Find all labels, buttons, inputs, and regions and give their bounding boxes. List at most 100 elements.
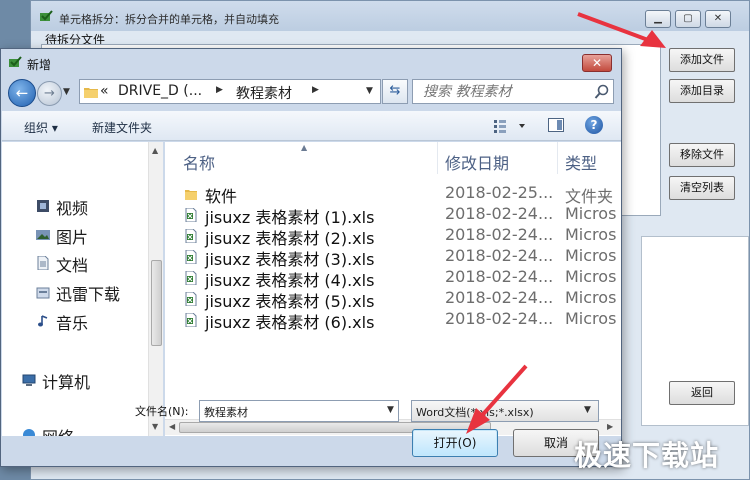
folder-icon [84, 88, 98, 98]
address-bar[interactable]: « DRIVE_D (... ▶ 教程素材 ▶ ▼ [79, 79, 381, 104]
nav-item-label: 图片 [56, 228, 89, 247]
scroll-left-arrow-icon[interactable]: ◀ [169, 422, 175, 431]
video-icon [37, 200, 49, 212]
new-folder-button[interactable]: 新建文件夹 [92, 119, 152, 136]
file-list-pane: ▲ 名称 修改日期 类型 软件 2018-02-25... 文件夹 jisuxz… [165, 142, 621, 436]
file-date: 2018-02-25... [445, 183, 554, 202]
search-input[interactable] [413, 80, 588, 103]
column-separator[interactable] [557, 142, 558, 174]
picture-icon [36, 230, 50, 240]
address-segment-drive[interactable]: DRIVE_D (... [118, 83, 202, 99]
minimize-button[interactable]: ▁ [645, 10, 671, 28]
dialog-titlebar: 新增 ✕ [1, 49, 621, 77]
file-row[interactable]: jisuxz 表格素材 (5).xls 2018-02-24... Micros [179, 288, 619, 311]
nav-item-label: 网络 [42, 424, 74, 436]
filename-input[interactable]: 教程素材 [199, 400, 399, 422]
excel-file-icon [185, 292, 197, 306]
file-name: jisuxz 表格素材 (6).xls [205, 313, 375, 332]
history-dropdown-icon[interactable]: ▼ [63, 87, 70, 97]
excel-file-icon [185, 250, 197, 264]
column-header-date[interactable]: 修改日期 [445, 150, 509, 174]
navigation-pane: 视频 图片 文档 迅雷下载 音乐 计算机 网络 ▲ ▼ [2, 142, 163, 436]
file-row[interactable]: jisuxz 表格素材 (6).xls 2018-02-24... Micros [179, 309, 619, 332]
excel-file-icon [185, 229, 197, 243]
chevron-down-icon[interactable]: ▼ [366, 86, 373, 96]
add-directory-button[interactable]: 添加目录 [669, 79, 735, 103]
file-date: 2018-02-24... [445, 309, 554, 328]
nav-item-label: 视频 [56, 199, 89, 218]
file-date: 2018-02-24... [445, 246, 554, 265]
file-row[interactable]: jisuxz 表格素材 (1).xls 2018-02-24... Micros [179, 204, 619, 227]
search-box[interactable] [412, 79, 614, 104]
preview-pane-icon[interactable] [548, 118, 564, 132]
file-row[interactable]: jisuxz 表格素材 (2).xls 2018-02-24... Micros [179, 225, 619, 248]
background-titlebar: 单元格拆分：拆分合并的单元格，并自动填充 ▁ ▢ ✕ [31, 1, 749, 31]
scroll-right-arrow-icon[interactable]: ▶ [607, 422, 613, 431]
file-type: Micros [565, 246, 617, 265]
add-file-button[interactable]: 添加文件 [669, 48, 735, 72]
chevron-down-icon[interactable]: ▼ [387, 405, 394, 415]
nav-item-label: 迅雷下载 [56, 285, 121, 304]
file-date: 2018-02-24... [445, 288, 554, 307]
column-header-name[interactable]: 名称 [183, 150, 215, 174]
address-segment-folder[interactable]: 教程素材 [236, 83, 292, 103]
nav-pane-scroll-thumb[interactable] [151, 260, 162, 346]
excel-file-icon [185, 208, 197, 222]
background-window-title: 单元格拆分：拆分合并的单元格，并自动填充 [59, 13, 279, 26]
chevron-right-icon[interactable]: ▶ [312, 85, 319, 95]
scroll-down-arrow-icon[interactable]: ▼ [152, 422, 158, 431]
organize-menu-button[interactable]: 组织 ▾ [24, 119, 58, 136]
file-row[interactable]: 软件 2018-02-25... 文件夹 [179, 183, 619, 206]
forward-arrow-button[interactable]: → [37, 81, 62, 106]
computer-icon [22, 374, 36, 386]
site-watermark: 极速下载站 [574, 439, 720, 472]
document-icon [37, 256, 49, 270]
scroll-up-arrow-icon[interactable]: ▲ [152, 146, 158, 155]
open-button[interactable]: 打开(O) [412, 429, 498, 457]
music-icon [38, 315, 48, 327]
file-row[interactable]: jisuxz 表格素材 (3).xls 2018-02-24... Micros [179, 246, 619, 269]
file-type: Micros [565, 204, 617, 223]
search-icon [594, 84, 609, 99]
file-row[interactable]: jisuxz 表格素材 (4).xls 2018-02-24... Micros [179, 267, 619, 290]
file-type: Micros [565, 309, 617, 328]
nav-item-label: 音乐 [56, 314, 89, 333]
network-icon [23, 429, 35, 436]
back-arrow-button[interactable]: ← [8, 79, 36, 107]
excel-file-icon [185, 313, 197, 327]
file-date: 2018-02-24... [445, 204, 554, 223]
maximize-button[interactable]: ▢ [675, 10, 701, 28]
close-button[interactable]: ✕ [705, 10, 731, 28]
refresh-button[interactable]: ⇆ [382, 79, 408, 104]
folder-icon [185, 190, 197, 200]
file-type: Micros [565, 267, 617, 286]
column-header-type[interactable]: 类型 [565, 150, 597, 174]
command-toolbar: 组织 ▾ 新建文件夹 ? [2, 111, 621, 141]
download-folder-icon [36, 287, 50, 299]
file-date: 2018-02-24... [445, 267, 554, 286]
help-icon[interactable]: ? [585, 116, 603, 134]
app-check-icon [40, 10, 53, 21]
filetype-select[interactable]: Word文档(*.xls;*.xlsx) [411, 400, 599, 422]
remove-file-button[interactable]: 移除文件 [669, 143, 735, 167]
nav-item-label: 文档 [56, 256, 89, 275]
dialog-close-button[interactable]: ✕ [582, 54, 612, 72]
chevron-down-icon[interactable]: ▼ [584, 405, 591, 415]
view-options-icon[interactable] [492, 118, 532, 134]
nav-pane-scrollbar[interactable]: ▲ ▼ [148, 142, 163, 436]
app-check-icon [9, 56, 22, 67]
file-type: Micros [565, 225, 617, 244]
file-type: Micros [565, 288, 617, 307]
column-separator[interactable] [437, 142, 438, 174]
chevron-right-icon[interactable]: ▶ [216, 85, 223, 95]
back-button[interactable]: 返回 [669, 381, 735, 405]
address-overflow[interactable]: « [100, 83, 109, 99]
sort-ascending-icon: ▲ [301, 143, 308, 152]
filename-label: 文件名(N): [135, 405, 189, 418]
excel-file-icon [185, 271, 197, 285]
file-date: 2018-02-24... [445, 225, 554, 244]
dialog-title: 新增 [27, 58, 52, 72]
clear-list-button[interactable]: 清空列表 [669, 176, 735, 200]
nav-item-label: 计算机 [42, 373, 91, 392]
file-open-dialog: 新增 ✕ ← → ▼ « DRIVE_D (... ▶ 教程素材 ▶ ▼ ⇆ 组… [0, 48, 622, 467]
